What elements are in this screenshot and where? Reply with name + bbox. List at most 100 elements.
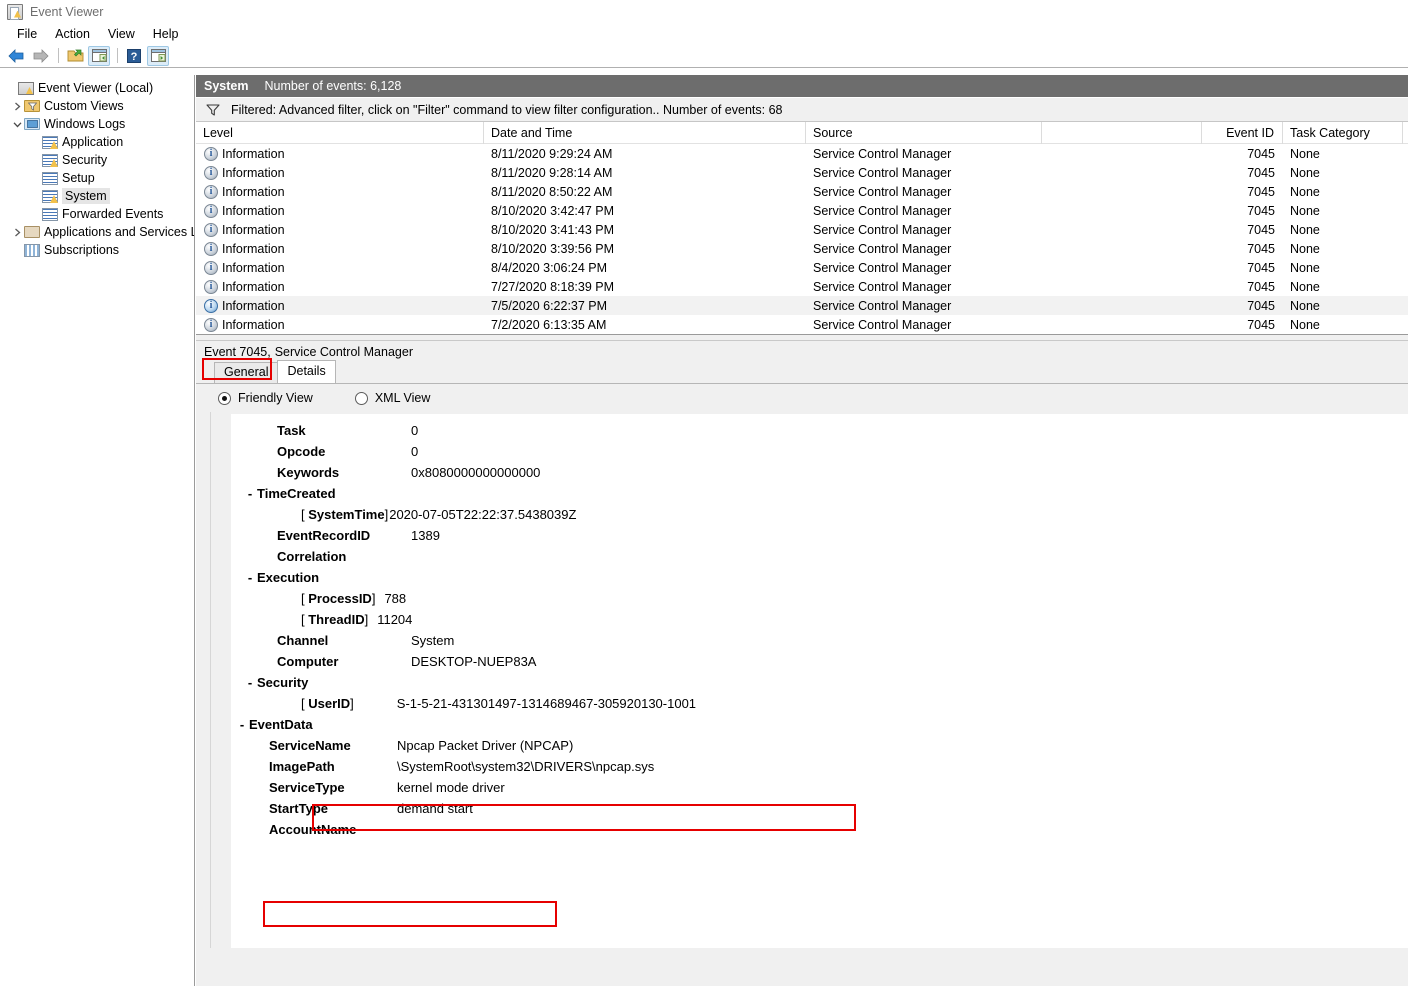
detail-row-computer[interactable]: Computer DESKTOP-NUEP83A	[231, 651, 1408, 672]
column-header-level[interactable]: Level	[196, 121, 484, 144]
tree-item-application[interactable]: Application	[0, 133, 194, 151]
radio-xml-view[interactable]: XML View	[354, 391, 430, 405]
menu-help[interactable]: Help	[144, 25, 188, 43]
collapse-minus-icon[interactable]: -	[243, 672, 257, 693]
back-button[interactable]	[5, 46, 27, 66]
tree-item-label: Custom Views	[44, 99, 124, 113]
chevron-right-icon[interactable]	[10, 99, 24, 113]
radio-friendly-view[interactable]: Friendly View	[218, 391, 313, 405]
cell-datetime-text: 8/10/2020 3:42:47 PM	[491, 203, 615, 218]
column-header-event-id[interactable]: Event ID	[1202, 121, 1283, 144]
cell-event-id: 7045	[1202, 163, 1283, 182]
detail-row-channel[interactable]: Channel System	[231, 630, 1408, 651]
detail-value: 0	[411, 444, 419, 459]
column-header-spacer[interactable]	[1042, 121, 1202, 144]
menu-action[interactable]: Action	[46, 25, 99, 43]
tree-item-label: Windows Logs	[44, 117, 126, 131]
event-detail-tabs[interactable]: General Details	[196, 360, 1408, 384]
event-list-row[interactable]: i Information 8/11/2020 9:28:14 AM Service …	[196, 163, 1408, 182]
pane-splitter[interactable]	[196, 334, 1408, 341]
show-hide-console-tree-button[interactable]	[64, 46, 86, 66]
detail-row-timecreated[interactable]: - TimeCreated	[231, 483, 1408, 504]
cell-event-id: 7045	[1202, 277, 1283, 296]
detail-row-correlation[interactable]: Correlation	[231, 546, 1408, 567]
detail-row-servicetype[interactable]: ServiceType kernel mode driver	[231, 777, 1408, 798]
collapse-minus-icon[interactable]: -	[243, 483, 257, 504]
collapse-minus-icon[interactable]: -	[243, 567, 257, 588]
event-list-header[interactable]: Level Date and Time Source Event ID Task Cat…	[196, 121, 1408, 144]
event-detail-title: Event 7045, Service Control Manager	[196, 341, 1408, 362]
tree-item-security[interactable]: Security	[0, 151, 194, 169]
tree-item-setup[interactable]: Setup	[0, 169, 194, 187]
detail-row-servicename[interactable]: ServiceName Npcap Packet Driver (NPCAP)	[231, 735, 1408, 756]
radio-friendly-view-indicator[interactable]	[218, 391, 231, 405]
chevron-right-icon[interactable]	[10, 225, 24, 239]
filter-status-bar[interactable]: Filtered: Advanced filter, click on "Fil…	[196, 97, 1408, 122]
properties-button[interactable]	[88, 45, 110, 66]
event-list[interactable]: i Information 8/11/2020 9:29:24 AM Service …	[196, 144, 1408, 334]
services-folder-icon	[24, 225, 40, 239]
detail-vertical-scrollbar[interactable]	[196, 412, 211, 948]
detail-row-eventdata[interactable]: - EventData	[231, 714, 1408, 735]
tree-item-forwarded-events[interactable]: Forwarded Events	[0, 205, 194, 223]
detail-row-security[interactable]: - Security	[231, 672, 1408, 693]
tab-details[interactable]: Details	[277, 360, 336, 383]
detail-row-accountname[interactable]: AccountName	[231, 819, 1408, 840]
tab-general[interactable]: General	[214, 362, 279, 383]
detail-row-keywords[interactable]: Keywords 0x8080000000000000	[231, 462, 1408, 483]
detail-row-threadid[interactable]: [ ThreadID] 11204	[231, 609, 1408, 630]
collapse-minus-icon[interactable]: -	[235, 714, 249, 735]
chevron-down-icon[interactable]	[10, 117, 24, 131]
detail-row-systemtime[interactable]: [ SystemTime] 2020-07-05T22:22:37.5438039…	[231, 504, 1408, 525]
detail-row-eventrecordid[interactable]: EventRecordID 1389	[231, 525, 1408, 546]
detail-key-label: TimeCreated	[257, 486, 336, 501]
event-list-row[interactable]: i Information 8/11/2020 8:50:22 AM Service …	[196, 182, 1408, 201]
cell-task-category-text: None	[1290, 279, 1320, 294]
menu-file[interactable]: File	[8, 25, 46, 43]
arrow-left-icon	[7, 48, 23, 63]
help-button[interactable]: ?	[123, 46, 145, 66]
detail-row-execution[interactable]: - Execution	[231, 567, 1408, 588]
cell-task-category: None	[1283, 163, 1403, 182]
detail-row-imagepath[interactable]: ImagePath \SystemRoot\system32\DRIVERS\np…	[231, 756, 1408, 777]
cell-task-category-text: None	[1290, 146, 1320, 161]
event-detail-content[interactable]: Task 0 Opcode 0 Keywords 0x8080000000000000- T…	[231, 414, 1408, 948]
event-list-row[interactable]: i Information 8/4/2020 3:06:24 PM Service C…	[196, 258, 1408, 277]
detail-row-opcode[interactable]: Opcode 0	[231, 441, 1408, 462]
radio-xml-view-indicator[interactable]	[354, 391, 368, 405]
detail-key: [ SystemTime]	[301, 504, 388, 525]
event-viewer-icon	[18, 81, 34, 95]
column-header-task-category[interactable]: Task Category	[1283, 121, 1403, 144]
event-list-row[interactable]: i Information 8/10/2020 3:39:56 PM Service …	[196, 239, 1408, 258]
tree-item-custom-views[interactable]: Custom Views	[0, 97, 194, 115]
column-header-date-and-time[interactable]: Date and Time	[484, 121, 806, 144]
menu-view[interactable]: View	[99, 25, 144, 43]
tree-item-windows-logs[interactable]: Windows Logs	[0, 115, 194, 133]
tree-item-system[interactable]: System	[0, 187, 194, 205]
console-tree[interactable]: Event Viewer (Local) Custom Views Windows …	[0, 75, 195, 986]
detail-key: Task	[277, 420, 411, 441]
event-list-row[interactable]: i Information 8/10/2020 3:42:47 PM Service …	[196, 201, 1408, 220]
event-list-row[interactable]: i Information 7/5/2020 6:22:37 PM Service C…	[196, 296, 1408, 315]
cell-source-text: Service Control Manager	[813, 165, 952, 180]
detail-row-task[interactable]: Task 0	[231, 420, 1408, 441]
detail-key: Security	[257, 672, 308, 693]
event-list-row[interactable]: i Information 8/10/2020 3:41:43 PM Service …	[196, 220, 1408, 239]
forward-button[interactable]	[29, 46, 51, 66]
detail-row-processid[interactable]: [ ProcessID] 788	[231, 588, 1408, 609]
tree-item-applications-and-services-lo[interactable]: Applications and Services Lo	[0, 223, 194, 241]
event-list-row[interactable]: i Information 7/2/2020 6:13:35 AM Service C…	[196, 315, 1408, 334]
view-mode-options[interactable]: Friendly View XML View	[196, 384, 1408, 412]
event-list-row[interactable]: i Information 7/27/2020 8:18:39 PM Service …	[196, 277, 1408, 296]
cell-task-category-text: None	[1290, 241, 1320, 256]
event-list-row[interactable]: i Information 8/11/2020 9:29:24 AM Service …	[196, 144, 1408, 163]
tree-item-subscriptions[interactable]: Subscriptions	[0, 241, 194, 259]
tree-item-event-viewer-local[interactable]: Event Viewer (Local)	[0, 79, 194, 97]
cell-event-id: 7045	[1202, 239, 1283, 258]
detail-row-userid[interactable]: [ UserID] S-1-5-21-431301497-1314689467-3…	[231, 693, 1408, 714]
column-header-source[interactable]: Source	[806, 121, 1042, 144]
show-action-pane-button[interactable]	[147, 45, 169, 66]
cell-source: Service Control Manager	[806, 239, 1202, 258]
detail-row-starttype[interactable]: StartType demand start	[231, 798, 1408, 819]
column-header-label: Task Category	[1290, 125, 1370, 140]
